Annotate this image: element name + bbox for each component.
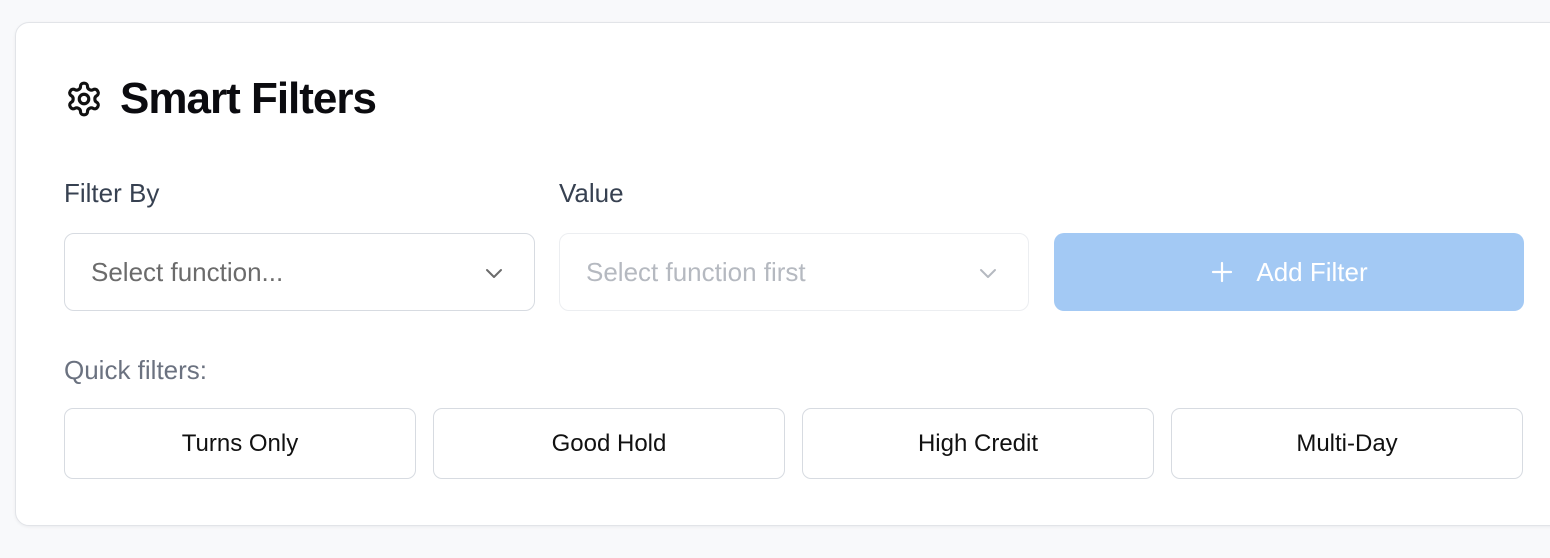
filter-by-placeholder: Select function... <box>91 256 284 287</box>
add-filter-label: Add Filter <box>1256 256 1368 287</box>
value-label: Value <box>559 178 624 208</box>
filter-by-label: Filter By <box>64 178 160 208</box>
page-title: Smart Filters <box>120 74 377 123</box>
value-placeholder: Select function first <box>586 256 806 287</box>
quick-filter-multi-day[interactable]: Multi-Day <box>1171 408 1523 479</box>
add-filter-button[interactable]: Add Filter <box>1054 233 1524 311</box>
quick-filter-high-credit[interactable]: High Credit <box>802 408 1154 479</box>
quick-filters-row: Turns Only Good Hold High Credit Multi-D… <box>64 408 1523 479</box>
quick-filter-turns-only[interactable]: Turns Only <box>64 408 416 479</box>
chevron-down-icon <box>976 261 1000 285</box>
smart-filters-card: Smart Filters Filter By Value Select fun… <box>15 22 1550 526</box>
card-header: Smart Filters <box>64 71 377 127</box>
quick-filter-good-hold[interactable]: Good Hold <box>433 408 785 479</box>
gear-icon <box>64 79 104 119</box>
plus-icon <box>1210 260 1234 284</box>
value-select[interactable]: Select function first <box>559 233 1029 311</box>
quick-filters-label: Quick filters: <box>64 355 208 385</box>
chevron-down-icon <box>482 261 506 285</box>
filter-by-select[interactable]: Select function... <box>64 233 535 311</box>
